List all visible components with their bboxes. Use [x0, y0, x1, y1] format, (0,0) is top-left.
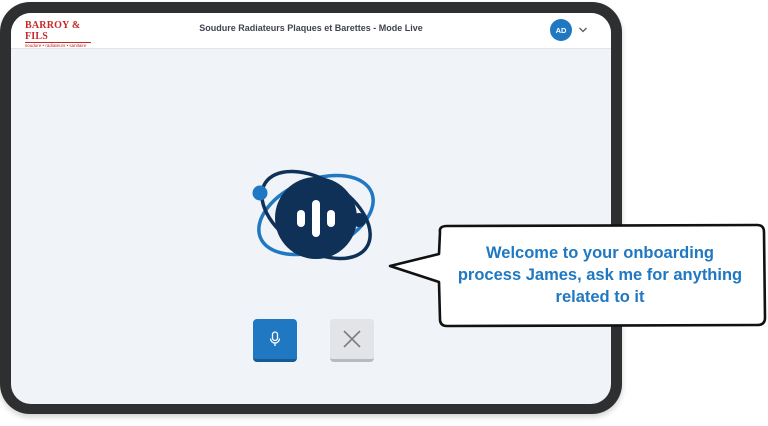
microphone-button[interactable]	[253, 319, 297, 362]
logo-subtext: soudure • radiateurs • sanitaire	[25, 43, 87, 48]
page-title: Soudure Radiateurs Plaques et Barettes -…	[199, 23, 423, 33]
speech-line: process James, ask me for anything	[457, 266, 743, 284]
top-bar: BARROY & FILS soudure • radiateurs • san…	[11, 13, 611, 49]
speech-line: Welcome to your onboarding	[486, 244, 714, 262]
end-session-button[interactable]	[330, 319, 374, 362]
chevron-down-icon[interactable]	[578, 26, 588, 34]
tablet-frame: BARROY & FILS soudure • radiateurs • san…	[0, 2, 622, 414]
tablet-side-button	[96, 2, 118, 6]
orbit-dot	[252, 185, 268, 201]
close-icon	[343, 330, 361, 348]
user-avatar[interactable]: AD	[550, 19, 572, 41]
tablet-side-button	[66, 2, 88, 6]
microphone-icon	[269, 331, 281, 346]
app-screen: BARROY & FILS soudure • radiateurs • san…	[11, 13, 611, 404]
speech-bubble-text: Welcome to your onboarding process James…	[436, 242, 764, 308]
speech-line: related to it	[555, 288, 645, 306]
voice-assistant-orb-icon	[252, 169, 375, 261]
tablet-side-button	[127, 2, 149, 6]
